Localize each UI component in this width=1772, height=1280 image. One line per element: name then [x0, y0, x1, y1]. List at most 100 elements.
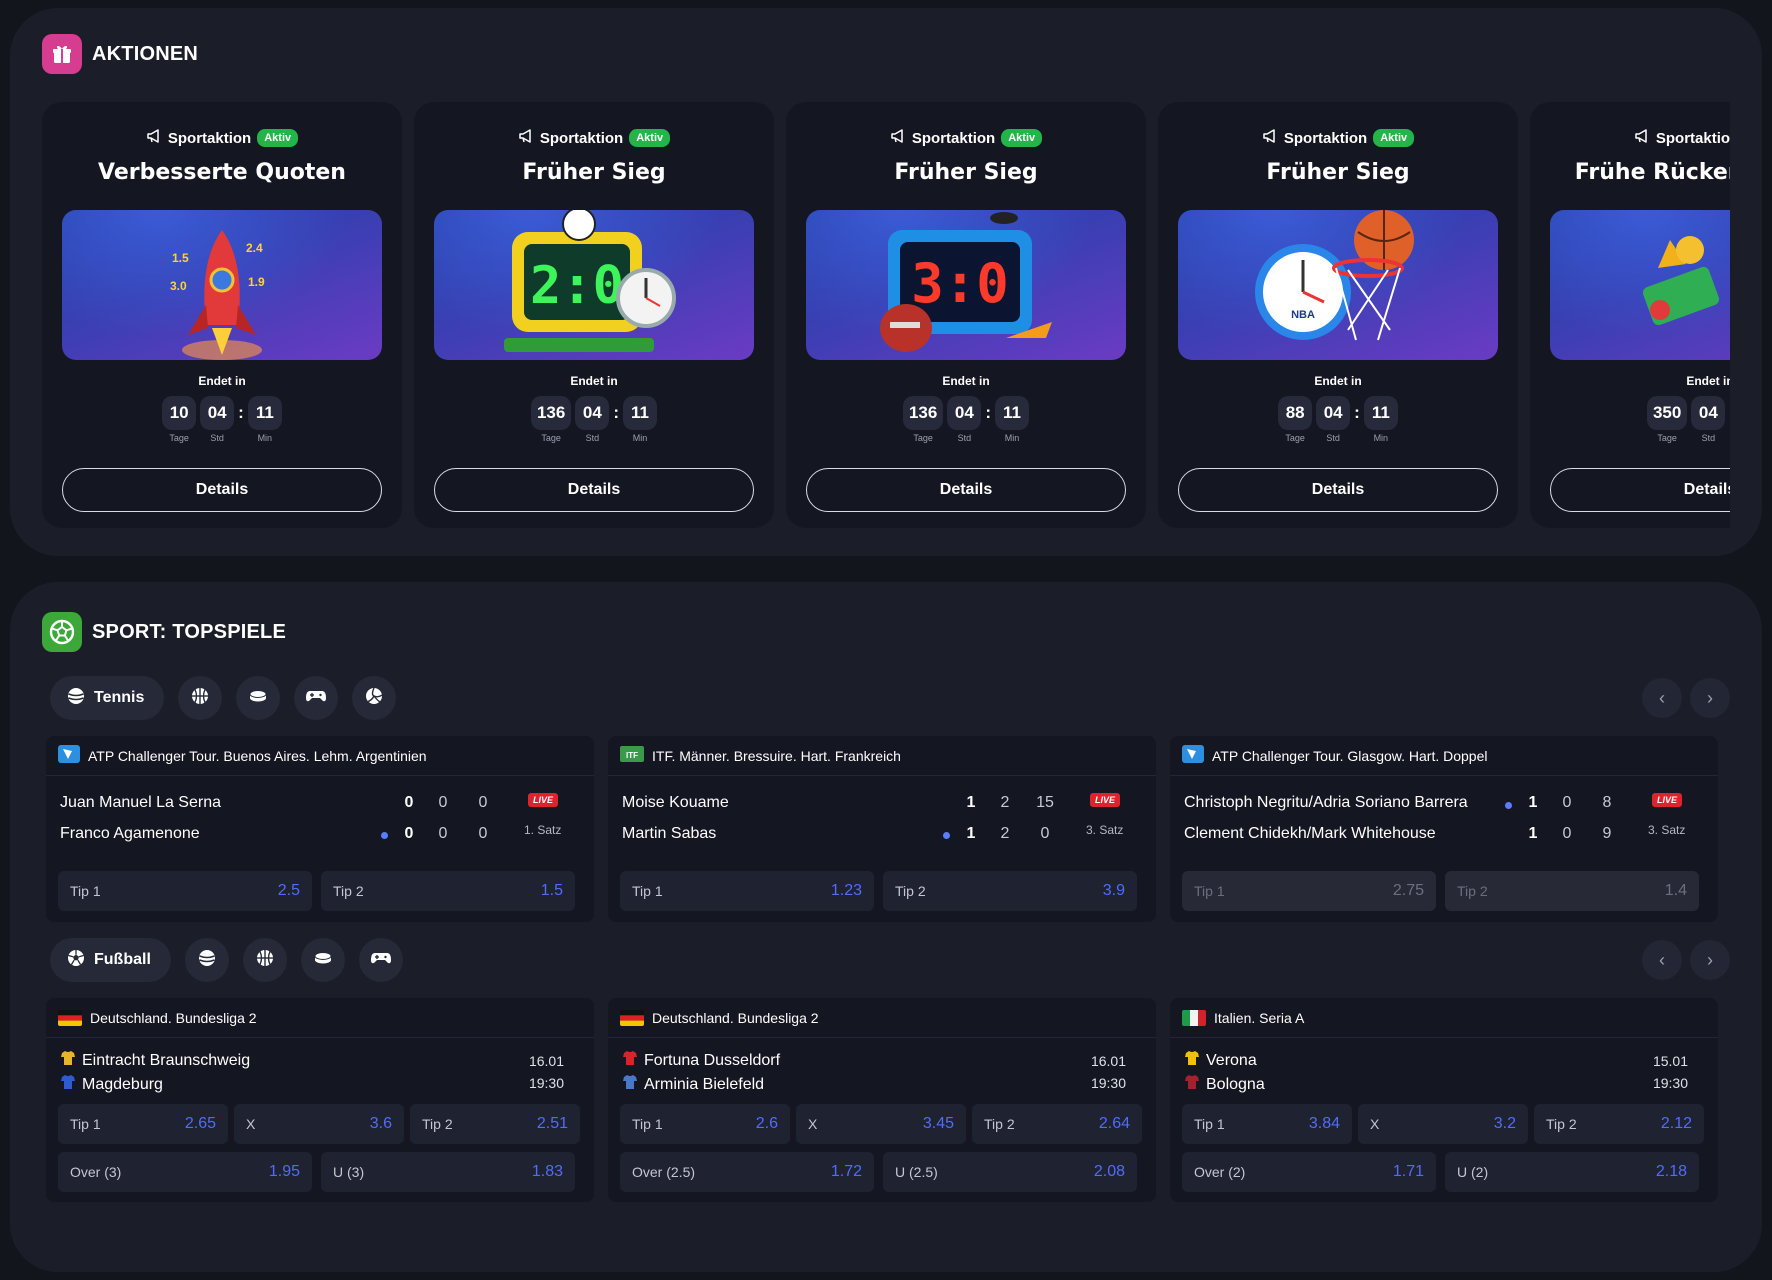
team-1: Eintracht Braunschweig — [60, 1050, 250, 1071]
tennis-match-card[interactable]: ITF ITF. Männer. Bressuire. Hart. Frankr… — [608, 736, 1156, 922]
tab-esports-2[interactable] — [358, 938, 403, 982]
current-set: 1. Satz — [524, 823, 562, 837]
aktionen-title: AKTIONEN — [92, 42, 199, 65]
next-button[interactable]: › — [1690, 940, 1730, 980]
tab-basketball[interactable] — [178, 676, 223, 720]
countdown: 136 Tage 04 Std : 11 Min — [786, 396, 1146, 443]
details-button[interactable]: Details — [434, 468, 754, 512]
odd-value: 2.12 — [1660, 1115, 1692, 1132]
jersey-icon — [60, 1074, 76, 1095]
svg-text:3:0: 3:0 — [911, 252, 1009, 315]
team-1: Verona — [1184, 1050, 1257, 1071]
team-1-points: 15 — [1036, 794, 1054, 811]
odd-value: 3.2 — [1493, 1115, 1516, 1132]
countdown-separator: : — [238, 403, 244, 422]
odd-over[interactable]: Over (2) 1.71 — [1182, 1152, 1436, 1192]
league-header: ITF ITF. Männer. Bressuire. Hart. Frankr… — [608, 736, 1156, 776]
tab-volleyball[interactable] — [352, 676, 397, 720]
odd-value: 2.51 — [536, 1115, 568, 1132]
countdown-days-label: Tage — [1657, 433, 1677, 443]
odd-tip-2[interactable]: Tip 2 2.12 — [1534, 1104, 1704, 1144]
team-1-name: Verona — [1206, 1051, 1257, 1069]
jersey-icon — [60, 1050, 76, 1071]
odd-label: U (2) — [1457, 1164, 1489, 1180]
odd-tip-2[interactable]: Tip 2 3.9 — [883, 871, 1137, 911]
football-match-card[interactable]: Deutschland. Bundesliga 2 Eintracht Brau… — [46, 998, 594, 1202]
team-2-name: Franco Agamenone — [60, 825, 200, 842]
next-button[interactable]: › — [1690, 678, 1730, 718]
team-2-points: 0 — [478, 825, 488, 842]
countdown-days-label: Tage — [169, 433, 189, 443]
tennis-sport-tabs: Tennis — [50, 676, 397, 720]
odd-over[interactable]: Over (3) 1.95 — [58, 1152, 312, 1192]
countdown-separator: : — [1354, 403, 1360, 422]
odd-tip-1[interactable]: Tip 1 2.6 — [620, 1104, 790, 1144]
odd-draw[interactable]: X 3.45 — [796, 1104, 966, 1144]
odd-draw[interactable]: X 3.2 — [1358, 1104, 1528, 1144]
tab-hockey[interactable] — [236, 676, 281, 720]
countdown-separator: : — [613, 403, 620, 422]
tab-esports[interactable] — [294, 676, 339, 720]
status-badge: Aktiv — [1001, 129, 1043, 147]
odd-value: 3.84 — [1308, 1115, 1340, 1132]
football-sport-tabs: Fußball — [50, 938, 403, 982]
odd-under[interactable]: U (2.5) 2.08 — [883, 1152, 1137, 1192]
odd-tip-2[interactable]: Tip 2 1.5 — [321, 871, 575, 911]
odd-under[interactable]: U (2) 2.18 — [1445, 1152, 1699, 1192]
megaphone-icon — [1634, 128, 1650, 148]
tab-hockey-2[interactable] — [300, 938, 345, 982]
details-button[interactable]: Details — [1178, 468, 1498, 512]
basketball-icon — [190, 686, 210, 711]
league-header: Deutschland. Bundesliga 2 — [46, 998, 594, 1038]
details-button[interactable]: Details — [62, 468, 382, 512]
odd-tip-1[interactable]: Tip 1 3.84 — [1182, 1104, 1352, 1144]
odd-tip-2[interactable]: Tip 2 2.64 — [972, 1104, 1142, 1144]
team-2-name: Magdeburg — [82, 1075, 163, 1093]
team-1-name: Juan Manuel La Serna — [60, 794, 221, 811]
tab-football[interactable]: Fußball — [50, 938, 171, 982]
league-name: Deutschland. Bundesliga 2 — [90, 1009, 257, 1026]
tab-football-label: Fußball — [94, 951, 151, 968]
gamepad-icon — [305, 686, 327, 711]
countdown-hours: 04 — [575, 396, 610, 430]
league-name: ATP Challenger Tour. Buenos Aires. Lehm.… — [88, 747, 427, 764]
live-badge: LIVE — [1652, 793, 1683, 807]
tab-basketball-2[interactable] — [242, 938, 287, 982]
team-1-sets: 0 — [404, 794, 414, 811]
odd-under[interactable]: U (3) 1.83 — [321, 1152, 575, 1192]
team-1-name: Eintracht Braunschweig — [82, 1051, 251, 1069]
details-button[interactable]: Details — [806, 468, 1126, 512]
tennis-match-card[interactable]: ATP Challenger Tour. Glasgow. Hart. Dopp… — [1170, 736, 1718, 922]
tab-tennis-2[interactable] — [184, 938, 229, 982]
countdown: 136 Tage 04 Std : 11 Min — [414, 396, 774, 443]
basketball-icon — [255, 948, 275, 973]
football-match-card[interactable]: Italien. Seria A Verona Bologna 15.01 19… — [1170, 998, 1718, 1202]
league-header: Italien. Seria A — [1170, 998, 1718, 1038]
tab-tennis[interactable]: Tennis — [50, 676, 165, 720]
flag-it-icon — [1182, 1009, 1206, 1026]
details-button[interactable]: Details — [1550, 468, 1730, 512]
odd-tip-1[interactable]: Tip 1 1.23 — [620, 871, 874, 911]
odd-tip-1[interactable]: Tip 1 2.5 — [58, 871, 312, 911]
odd-label: Tip 2 — [333, 883, 364, 899]
odd-draw[interactable]: X 3.6 — [234, 1104, 404, 1144]
jersey-icon — [622, 1074, 638, 1095]
team-1-name: Christoph Negritu/Adria Soriano Barrera — [1184, 794, 1468, 811]
team-2-name: Martin Sabas — [622, 825, 717, 842]
prev-button[interactable]: ‹ — [1642, 678, 1682, 718]
team-1-sets: 1 — [1528, 794, 1538, 811]
current-set: 3. Satz — [1086, 823, 1124, 837]
odd-label: Tip 2 — [1546, 1116, 1577, 1132]
odd-tip-1[interactable]: Tip 1 2.65 — [58, 1104, 228, 1144]
match-date: 16.01 — [528, 1053, 564, 1069]
prev-button[interactable]: ‹ — [1642, 940, 1682, 980]
team-1-name: Moise Kouame — [622, 794, 729, 811]
odd-over[interactable]: Over (2.5) 1.72 — [620, 1152, 874, 1192]
team-1-games: 0 — [1562, 794, 1572, 811]
tennis-match-card[interactable]: ATP Challenger Tour. Buenos Aires. Lehm.… — [46, 736, 594, 922]
countdown-hours-label: Std — [210, 433, 224, 443]
status-badge: Aktiv — [629, 129, 671, 147]
odd-tip-2[interactable]: Tip 2 2.51 — [410, 1104, 580, 1144]
match-date: 15.01 — [1652, 1053, 1688, 1069]
football-match-card[interactable]: Deutschland. Bundesliga 2 Fortuna Dussel… — [608, 998, 1156, 1202]
